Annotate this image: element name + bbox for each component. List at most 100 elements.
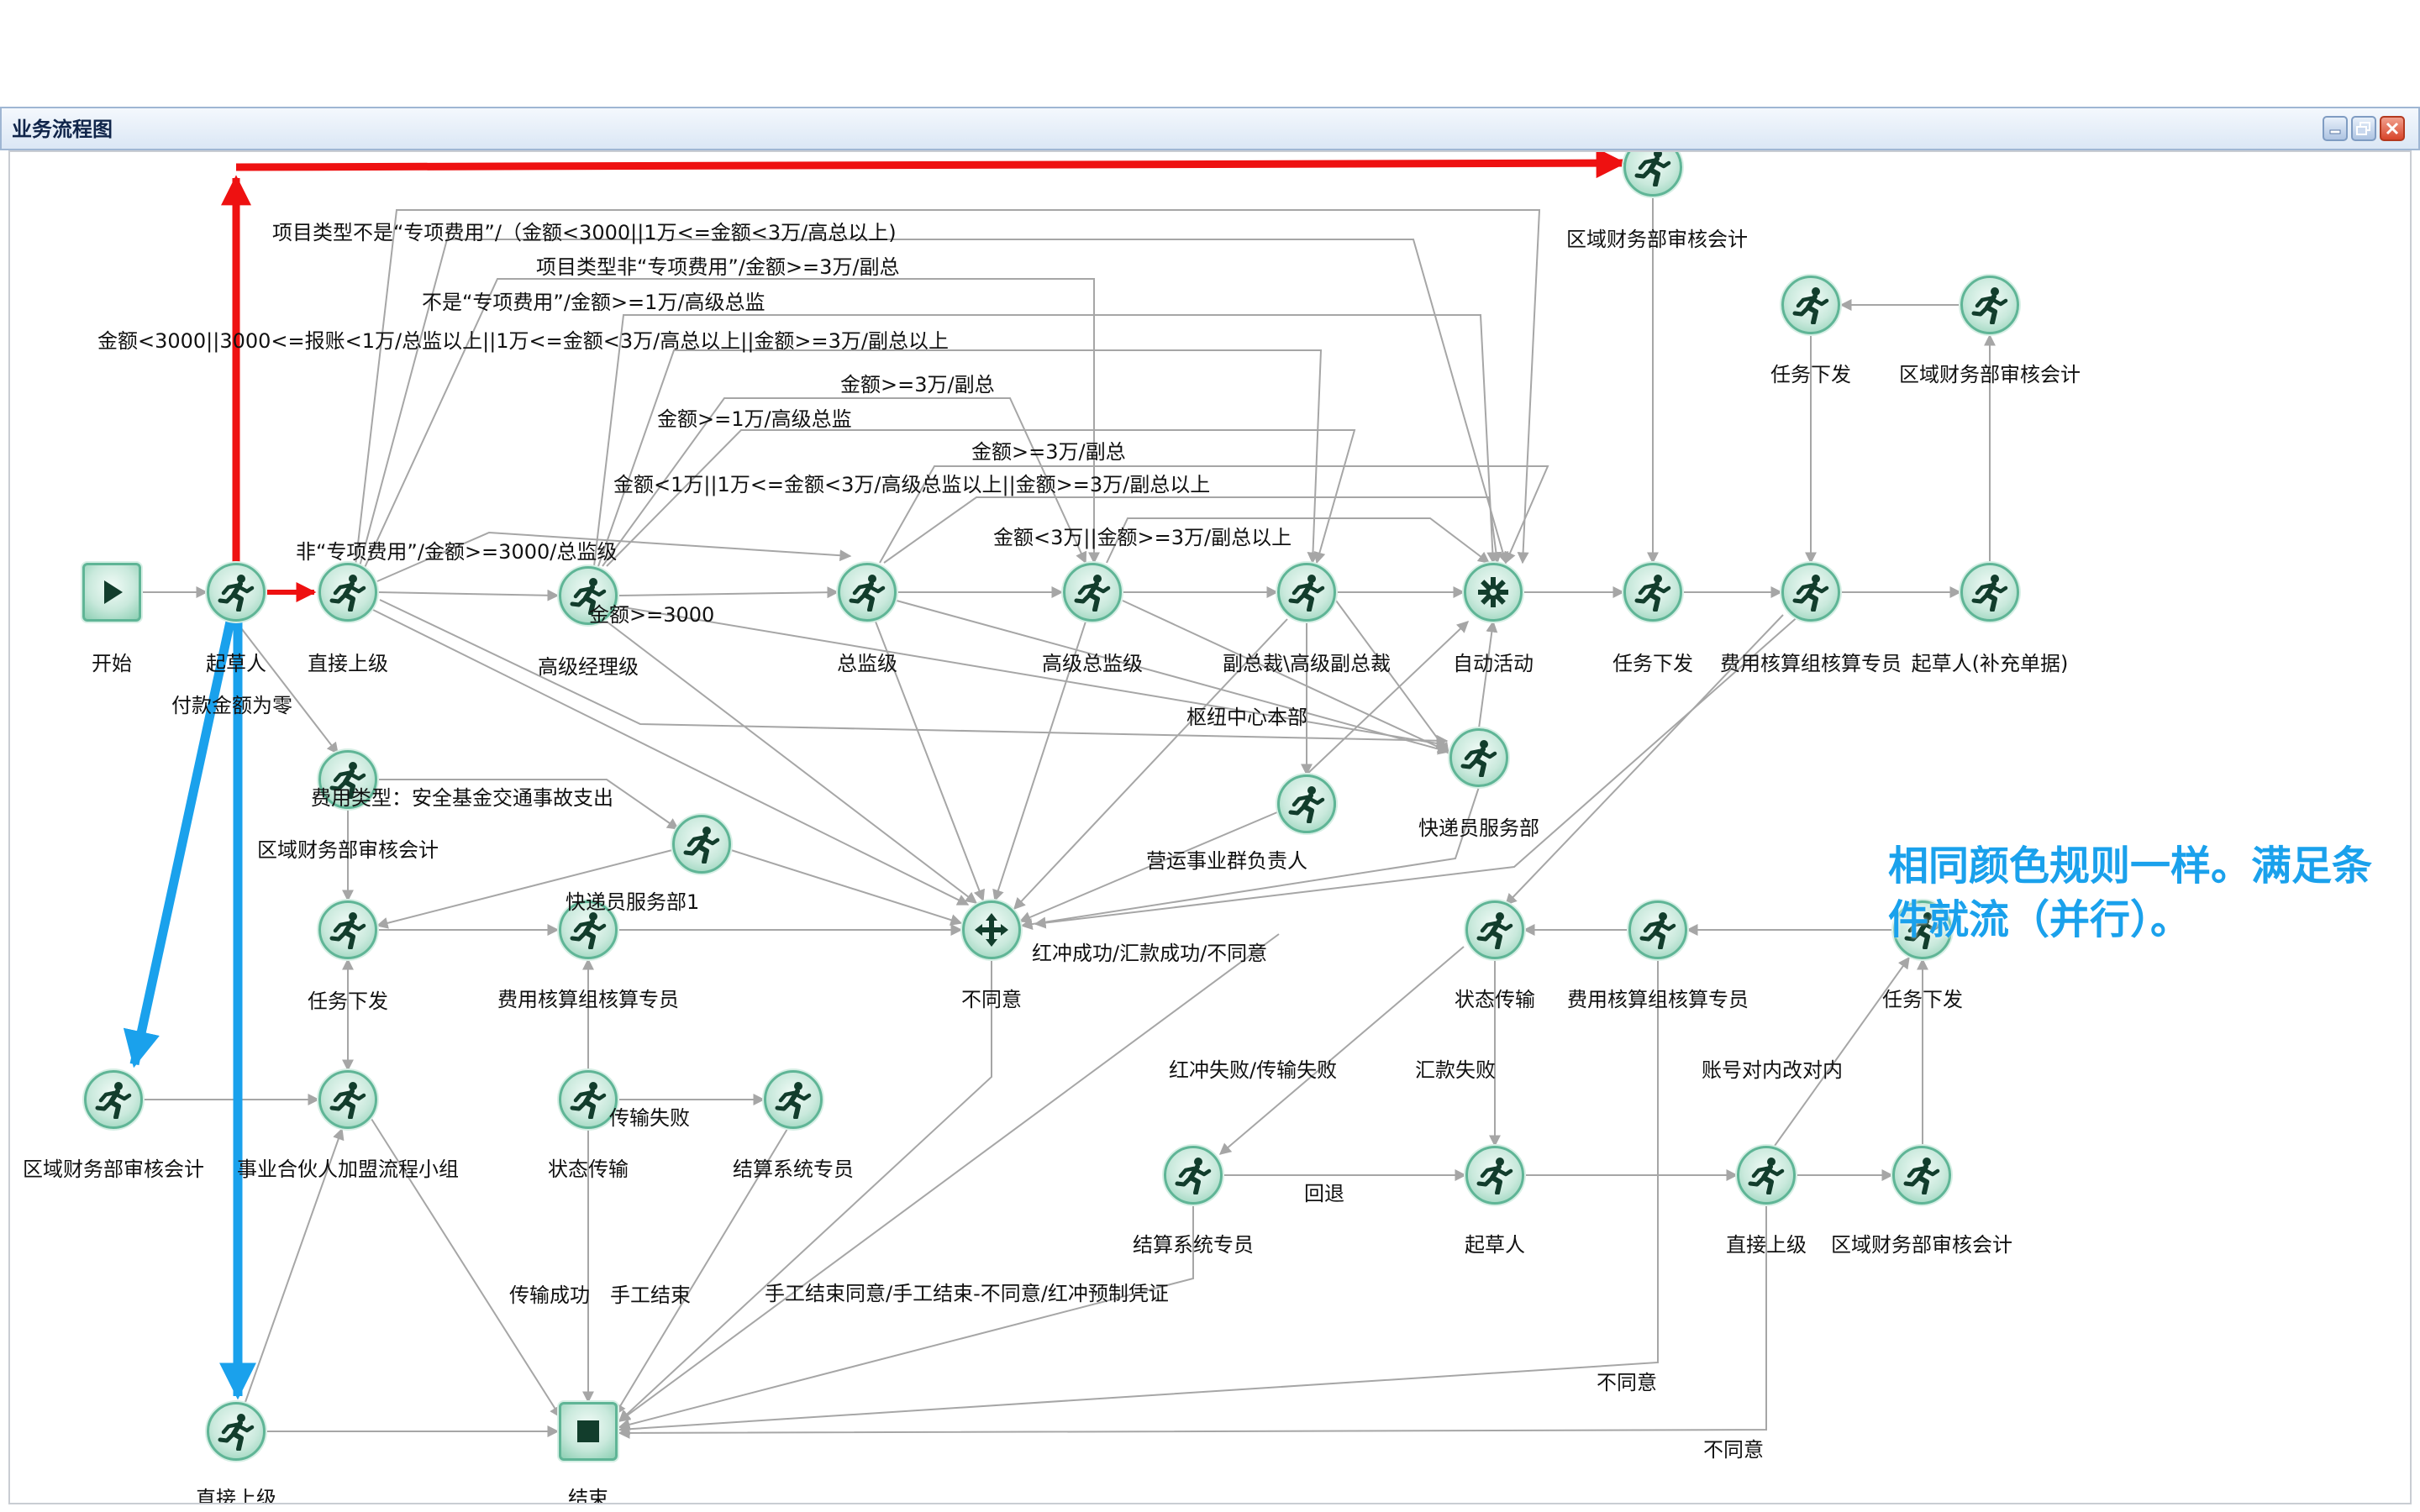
- edge-label: 快递员服务部1: [566, 890, 700, 914]
- node-label-vp: 副总裁\高级副总裁: [1222, 652, 1392, 675]
- node-director[interactable]: [838, 563, 897, 622]
- edge-label: 金额>=3万/副总: [840, 373, 995, 396]
- node-settlement-specialist-1[interactable]: [764, 1070, 823, 1129]
- node-status-transmit-1[interactable]: [1465, 900, 1524, 959]
- node-label-direct-superior-2: 直接上级: [1726, 1233, 1807, 1257]
- node-partner-team[interactable]: [318, 1070, 377, 1129]
- edge-label: 手工结束: [610, 1284, 691, 1307]
- edge-label: 回退: [1304, 1182, 1344, 1205]
- highlight-edge-blue: [123, 620, 235, 1068]
- node-direct-superior[interactable]: [318, 563, 377, 622]
- node-regional-auditor-2[interactable]: [1960, 276, 2019, 334]
- edge-label: 不同意: [1703, 1438, 1764, 1462]
- node-label-regional-auditor-2: 区域财务部审核会计: [1899, 363, 2081, 386]
- edge-label: 红冲成功/汇款成功/不同意: [1032, 942, 1268, 965]
- edge-line: [1218, 946, 1465, 1155]
- edge-label: 金额>=3万/副总: [971, 440, 1126, 464]
- node-label-task-dispatch-4: 任务下发: [1882, 988, 1963, 1011]
- highlight-edge-red: [235, 152, 1627, 179]
- node-operations-head[interactable]: [1277, 774, 1336, 833]
- edge-label: 汇款失败: [1415, 1058, 1496, 1082]
- minimize-button[interactable]: [2323, 116, 2348, 141]
- node-task-dispatch-2[interactable]: [1781, 276, 1840, 334]
- window-titlebar[interactable]: 业务流程图: [0, 107, 2420, 150]
- annotation-note: 相同颜色规则一样。满足条件就流（并行）。: [1888, 843, 2373, 943]
- window-title: 业务流程图: [12, 118, 113, 141]
- edge-label: 金额<3000||3000<=报账<1万/总监以上||1万<=金额<3万/高总以…: [97, 329, 949, 353]
- node-label-senior-manager: 高级经理级: [538, 655, 639, 679]
- node-label-status-transmit-1: 状态传输: [1455, 988, 1535, 1011]
- restore-icon: [2353, 118, 2375, 139]
- node-direct-superior-2[interactable]: [1737, 1146, 1796, 1205]
- node-regional-auditor-4[interactable]: [84, 1070, 143, 1129]
- node-label-accounting-specialist-3: 费用核算组核算专员: [1567, 988, 1749, 1011]
- edge-label: 营运事业群负责人: [1146, 849, 1307, 873]
- node-label-task-dispatch-1: 任务下发: [1612, 652, 1693, 675]
- edge-label: 金额<3万||金额>=3万/副总以上: [993, 526, 1292, 549]
- node-label-start: 开始: [92, 652, 132, 675]
- edge-label: 金额>=1万/高级总监: [657, 407, 852, 431]
- edge-label: 枢纽中心本部: [1186, 706, 1307, 729]
- node-end[interactable]: [559, 1402, 618, 1461]
- node-label-regional-auditor-3: 区域财务部审核会计: [257, 838, 439, 862]
- edge-line: [358, 239, 1509, 570]
- node-disagree[interactable]: [962, 900, 1021, 959]
- node-senior-director[interactable]: [1063, 563, 1122, 622]
- node-settlement-specialist-2[interactable]: [1164, 1146, 1223, 1205]
- edge-label: 金额<1万||1万<=金额<3万/高级总监以上||金额>=3万/副总以上: [613, 473, 1211, 496]
- node-auto-activity[interactable]: [1464, 563, 1523, 622]
- close-button[interactable]: [2380, 116, 2405, 141]
- edge-label: 不同意: [1597, 1371, 1657, 1394]
- node-label-task-dispatch-2: 任务下发: [1770, 363, 1851, 386]
- node-regional-auditor-5[interactable]: [1892, 1146, 1951, 1205]
- edge-line: [1774, 956, 1910, 1147]
- node-direct-superior-3[interactable]: [207, 1402, 266, 1461]
- node-label-settlement-specialist-2: 结算系统专员: [1133, 1233, 1254, 1257]
- node-label-drafter: 起草人: [206, 652, 266, 675]
- node-accounting-specialist-1[interactable]: [1781, 563, 1840, 622]
- edge-label: 传输成功: [509, 1284, 590, 1307]
- node-drafter-supplement[interactable]: [1960, 563, 2019, 622]
- edge-label: 不是“专项费用”/金额>=1万/高级总监: [422, 291, 765, 314]
- node-label-status-transmit-2: 状态传输: [548, 1158, 629, 1181]
- edge-line: [618, 1205, 1194, 1431]
- edge-line: [376, 589, 560, 601]
- node-task-dispatch-3[interactable]: [318, 900, 377, 959]
- node-label-courier-dept: 快递员服务部: [1418, 816, 1539, 840]
- node-label-disagree: 不同意: [961, 988, 1022, 1011]
- edge-label: 付款金额为零: [171, 694, 292, 717]
- edge-label: 项目类型不是“专项费用”/（金额<3000||1万<=金额<3万/高总以上): [272, 221, 897, 244]
- flow-canvas[interactable]: 开始 起草人 直接上级 高级经理级 总监级 高级总监级 副总裁\高级副总裁 自动活动 任务下发费…: [8, 150, 2412, 1504]
- edge-label: 金额>=3000: [589, 603, 715, 627]
- node-label-end: 结束: [568, 1487, 608, 1504]
- node-label-settlement-specialist-1: 结算系统专员: [733, 1158, 854, 1181]
- node-drafter-2[interactable]: [1465, 1146, 1524, 1205]
- node-label-drafter-2: 起草人: [1465, 1233, 1525, 1257]
- node-label-director: 总监级: [837, 652, 897, 675]
- node-label-accounting-specialist-1: 费用核算组核算专员: [1720, 652, 1902, 675]
- process-window: 业务流程图 开始 起草人 直接上级 高级经理级 总监级 高级总监级 副总裁\高级副总裁 自动活…: [0, 107, 2420, 1512]
- node-task-dispatch-1[interactable]: [1623, 563, 1682, 622]
- node-label-drafter-supplement: 起草人(补充单据): [1911, 652, 2069, 675]
- node-label-accounting-specialist-2: 费用核算组核算专员: [497, 988, 679, 1011]
- node-accounting-specialist-3[interactable]: [1628, 900, 1687, 959]
- node-expense-type-node[interactable]: [672, 815, 731, 874]
- edge-label: 红冲失败/传输失败: [1169, 1058, 1338, 1082]
- edge-label: 手工结束同意/手工结束-不同意/红冲预制凭证: [765, 1282, 1169, 1305]
- edge-label: 非“专项费用”/金额>=3000/总监级: [296, 540, 618, 564]
- node-label-auto-activity: 自动活动: [1453, 652, 1534, 675]
- node-vp[interactable]: [1277, 563, 1336, 622]
- edge-line: [618, 586, 839, 599]
- node-courier-dept[interactable]: [1449, 728, 1508, 787]
- node-start[interactable]: [82, 563, 141, 622]
- edge-line: [618, 959, 992, 1422]
- edge-label: 费用类型：安全基金交通事故支出: [311, 786, 613, 810]
- node-label-regional-auditor-4: 区域财务部审核会计: [23, 1158, 204, 1181]
- restore-button[interactable]: [2351, 116, 2376, 141]
- node-label-regional-auditor-top: 区域财务部审核会计: [1566, 228, 1748, 251]
- edge-label: 传输失败: [609, 1106, 690, 1130]
- node-drafter[interactable]: [207, 563, 266, 622]
- edge-label: 账号对内改对内: [1702, 1058, 1843, 1082]
- node-label-senior-director: 高级总监级: [1042, 652, 1143, 675]
- node-label-task-dispatch-3: 任务下发: [308, 990, 388, 1013]
